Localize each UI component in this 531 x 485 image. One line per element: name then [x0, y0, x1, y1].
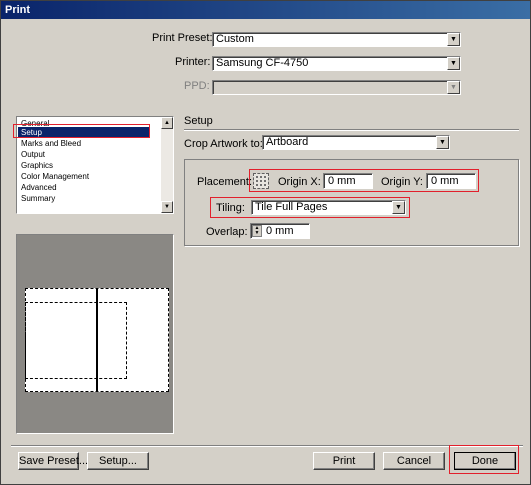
tiling-highlight-box — [210, 197, 410, 218]
done-highlight-box — [449, 445, 519, 474]
overlap-value: 0 mm — [266, 225, 294, 237]
overlap-label: Overlap: — [206, 226, 248, 238]
ppd-select[interactable]: ▼ — [212, 80, 461, 95]
bottom-separator — [11, 445, 523, 447]
category-item-advanced[interactable]: Advanced — [21, 182, 57, 193]
scroll-down-icon[interactable]: ▼ — [161, 201, 173, 213]
dropdown-arrow-icon[interactable]: ▼ — [436, 136, 449, 149]
setup-highlight-box — [13, 124, 150, 138]
cancel-button[interactable]: Cancel — [383, 452, 445, 470]
stepper-icon[interactable]: ▲ ▼ — [252, 225, 262, 237]
setup-heading: Setup — [184, 115, 213, 127]
preview-artboard — [25, 302, 127, 379]
category-item-summary[interactable]: Summary — [21, 193, 55, 204]
print-preset-select[interactable]: Custom ▼ — [212, 32, 461, 47]
category-item-output[interactable]: Output — [21, 149, 45, 160]
category-item-color-management[interactable]: Color Management — [21, 171, 89, 182]
printer-label: Printer: — [175, 56, 211, 68]
print-button[interactable]: Print — [313, 452, 375, 470]
preview-tile-divider — [96, 288, 98, 392]
placement-label: Placement: — [197, 176, 253, 188]
ppd-label: PPD: — [184, 80, 210, 92]
printer-value: Samsung CF-4750 — [216, 57, 309, 69]
placement-highlight-box — [249, 169, 479, 192]
category-scrollbar[interactable]: ▲ ▼ — [161, 117, 173, 213]
setup-button[interactable]: Setup... — [87, 452, 149, 470]
crop-artwork-label: Crop Artwork to: — [184, 138, 263, 150]
printer-select[interactable]: Samsung CF-4750 ▼ — [212, 56, 461, 71]
title-bar: Print — [1, 1, 530, 19]
scroll-up-icon[interactable]: ▲ — [161, 117, 173, 129]
crop-artwork-value: Artboard — [266, 136, 309, 148]
print-dialog: Print Print Preset: Custom ▼ Printer: Sa… — [0, 0, 531, 485]
dropdown-arrow-icon[interactable]: ▼ — [447, 81, 460, 94]
dropdown-arrow-icon[interactable]: ▼ — [447, 33, 460, 46]
setup-separator — [184, 129, 519, 131]
window-title: Print — [5, 4, 31, 16]
dropdown-arrow-icon[interactable]: ▼ — [447, 57, 460, 70]
print-preset-label: Print Preset: — [152, 32, 213, 44]
print-preview — [16, 234, 174, 434]
category-item-marks-and-bleed[interactable]: Marks and Bleed — [21, 138, 81, 149]
save-preset-button[interactable]: Save Preset... — [18, 452, 88, 470]
crop-artwork-select[interactable]: Artboard ▼ — [262, 135, 450, 150]
category-item-graphics[interactable]: Graphics — [21, 160, 53, 171]
print-preset-value: Custom — [216, 33, 254, 45]
